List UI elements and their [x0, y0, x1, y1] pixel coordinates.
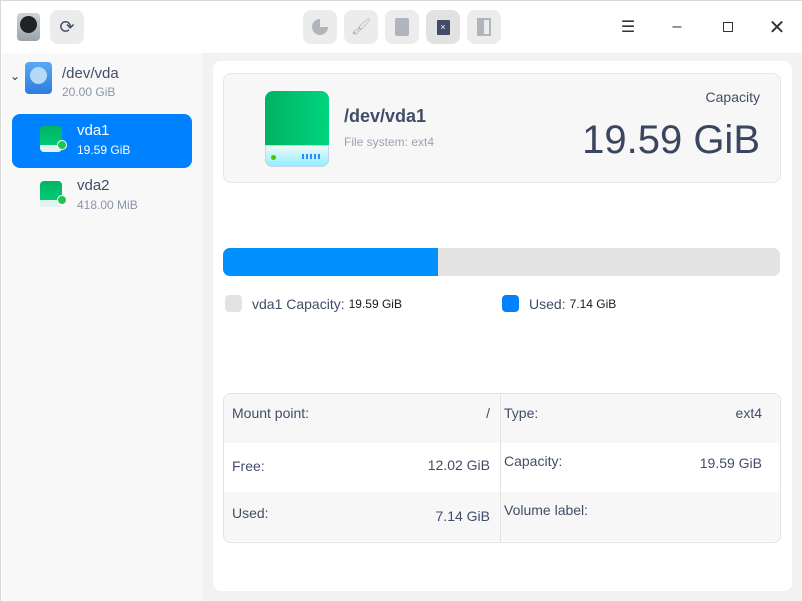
capacity-value: 19.59 GiB	[582, 118, 760, 162]
capacity-legend-value: 19.59 GiB	[348, 296, 402, 311]
mount-point-value: /	[486, 405, 490, 421]
menu-button[interactable]: ☰	[616, 15, 640, 39]
used-label: Used:	[232, 505, 269, 521]
wipe-button[interactable]: 🖌	[344, 10, 378, 44]
wipe-brush-icon: 🖌	[350, 19, 372, 36]
mount-button[interactable]	[385, 10, 419, 44]
chevron-down-icon[interactable]: ⌄	[10, 69, 20, 83]
capacity-detail-value: 19.59 GiB	[699, 455, 762, 471]
mount-icon	[395, 18, 409, 36]
table-row	[224, 492, 780, 541]
delete-icon: ×	[436, 19, 450, 35]
volume-label-label: Volume label:	[504, 502, 589, 518]
resize-button[interactable]	[467, 10, 501, 44]
capacity-legend-label: vda1 Capacity:	[252, 295, 345, 312]
type-value: ext4	[735, 405, 762, 421]
refresh-icon: ⟳	[59, 16, 75, 37]
table-row	[224, 443, 780, 492]
maximize-icon	[723, 22, 733, 32]
filesystem-text: File system: ext4	[344, 135, 435, 149]
disk-name: /dev/vda	[62, 65, 119, 82]
used-swatch	[502, 295, 519, 312]
minimize-button[interactable]: –	[665, 15, 689, 39]
partition-drive-icon	[40, 181, 67, 207]
used-legend: Used: 7.14 GiB	[502, 295, 616, 312]
close-button[interactable]: ✕	[765, 15, 789, 39]
free-label: Free:	[232, 458, 265, 474]
close-icon: ✕	[768, 16, 786, 39]
title-bar: ⟳ 🖌 × ☰ – ✕	[1, 1, 802, 53]
usage-bar	[223, 248, 780, 276]
type-label: Type:	[504, 405, 539, 421]
main-area: /dev/vda1 File system: ext4 Capacity 19.…	[202, 53, 802, 601]
drive-icon	[265, 91, 329, 167]
partition-name: vda1	[77, 122, 110, 139]
capacity-legend: vda1 Capacity: 19.59 GiB	[225, 295, 402, 312]
details-table: Mount point: / Free: 12.02 GiB Used: 7.1…	[223, 393, 781, 543]
sidebar: ⌄ /dev/vda 20.00 GiB vda1 19.59 GiB vda2…	[2, 53, 202, 601]
minimize-icon: –	[672, 18, 682, 35]
partition-button[interactable]	[303, 10, 337, 44]
resize-icon	[477, 18, 491, 36]
delete-button[interactable]: ×	[426, 10, 460, 44]
capacity-label: Capacity	[705, 89, 760, 105]
used-legend-label: Used:	[529, 295, 566, 312]
disk-size: 20.00 GiB	[62, 85, 116, 99]
disk-item[interactable]: ⌄ /dev/vda 20.00 GiB	[2, 59, 202, 101]
partition-info-panel: /dev/vda1 File system: ext4 Capacity 19.…	[213, 61, 792, 591]
capacity-swatch	[225, 295, 242, 312]
free-value: 12.02 GiB	[427, 457, 490, 473]
used-legend-value: 7.14 GiB	[569, 296, 617, 311]
mount-point-label: Mount point:	[232, 405, 310, 421]
sidebar-item-vda2[interactable]: vda2 418.00 MiB	[12, 169, 192, 223]
partition-drive-icon	[40, 126, 67, 152]
partition-pie-icon	[312, 19, 328, 35]
app-disk-icon	[17, 13, 40, 41]
partition-size: 418.00 MiB	[77, 198, 138, 212]
usage-bar-fill	[223, 248, 438, 276]
partition-size: 19.59 GiB	[77, 143, 131, 157]
summary-card: /dev/vda1 File system: ext4 Capacity 19.…	[223, 73, 781, 183]
partition-name: vda2	[77, 177, 110, 194]
menu-icon: ☰	[620, 19, 636, 36]
capacity-detail-label: Capacity:	[504, 453, 563, 469]
refresh-button[interactable]: ⟳	[50, 10, 84, 44]
partition-title: /dev/vda1	[344, 106, 427, 126]
maximize-button[interactable]	[716, 15, 740, 39]
sidebar-item-vda1[interactable]: vda1 19.59 GiB	[12, 114, 192, 168]
used-value: 7.14 GiB	[435, 508, 490, 524]
disk-icon	[25, 62, 52, 94]
divider	[500, 394, 501, 542]
